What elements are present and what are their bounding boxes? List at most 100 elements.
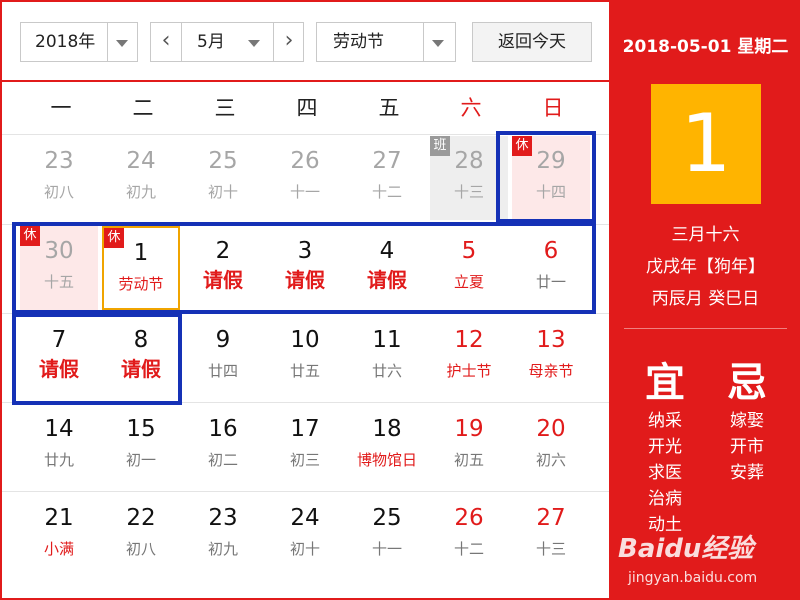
yi-title: 宜: [645, 360, 685, 406]
lunar-label: 十三: [453, 183, 484, 201]
day-number: 8: [133, 327, 149, 353]
day-cell[interactable]: 23 初八: [20, 136, 98, 220]
festival-label: 劳动节: [118, 275, 164, 293]
day-number: 13: [536, 327, 566, 353]
day-cell[interactable]: 26 十一: [266, 136, 344, 220]
day-cell[interactable]: 4 请假: [348, 226, 426, 310]
day-cell[interactable]: 7 请假: [20, 315, 98, 399]
day-number: 23: [208, 505, 238, 531]
day-cell[interactable]: 15 初一: [102, 404, 180, 488]
calendar-widget: 2018年 ‹ 5月 › 劳动节 返回今天 一 二 三 四 五 六 日 23 初八…: [0, 0, 800, 600]
day-number: 28: [454, 148, 484, 174]
chevron-left-icon[interactable]: ‹: [151, 23, 181, 61]
weekday-fri: 五: [378, 96, 400, 120]
day-cell[interactable]: 5 立夏: [430, 226, 508, 310]
chevron-down-icon[interactable]: [432, 40, 444, 47]
day-number: 24: [126, 148, 156, 174]
chevron-down-icon[interactable]: [116, 40, 128, 47]
lunar-label: 初九: [125, 183, 156, 201]
day-cell[interactable]: 24 初九: [102, 136, 180, 220]
day-cell[interactable]: 20 初六: [512, 404, 590, 488]
weekday-sat: 六: [460, 96, 482, 120]
ji-item: 安葬: [730, 463, 764, 483]
lunar-label: 初六: [535, 451, 566, 469]
day-cell[interactable]: 27 十三: [512, 493, 590, 577]
festival-label: 小满: [43, 540, 74, 558]
day-cell[interactable]: 19 初五: [430, 404, 508, 488]
leave-label: 请假: [367, 268, 407, 292]
day-number: 10: [290, 327, 320, 353]
lunar-date: 三月十六: [671, 225, 740, 245]
year-select-value: 2018年: [35, 32, 96, 52]
day-number: 5: [461, 238, 477, 264]
weekday-header: 一 二 三 四 五 六 日: [2, 86, 609, 130]
day-number: 26: [290, 148, 320, 174]
chevron-right-icon[interactable]: ›: [274, 23, 304, 61]
month-select[interactable]: ‹ 5月 ›: [150, 22, 304, 62]
festival-label: 立夏: [453, 273, 484, 291]
day-cell[interactable]: 9 廿四: [184, 315, 262, 399]
day-cell[interactable]: 2 请假: [184, 226, 262, 310]
lunar-label: 初八: [125, 540, 156, 558]
divider: [2, 402, 609, 403]
selected-date: 2018-05-01 星期二: [622, 37, 789, 57]
day-cell[interactable]: 22 初八: [102, 493, 180, 577]
day-number: 30: [44, 238, 74, 264]
festival-label: 博物馆日: [356, 451, 417, 469]
divider: [624, 328, 787, 329]
lunar-label: 廿六: [371, 362, 402, 380]
lunar-label: 初五: [453, 451, 484, 469]
festival-label: 护士节: [446, 362, 492, 380]
day-number: 25: [372, 505, 402, 531]
chevron-down-icon[interactable]: [248, 40, 260, 47]
festival-label: 母亲节: [528, 362, 574, 380]
day-cell[interactable]: 休 30 十五: [20, 226, 98, 310]
day-cell[interactable]: 8 请假: [102, 315, 180, 399]
day-cell[interactable]: 23 初九: [184, 493, 262, 577]
lunar-label: 十四: [535, 183, 566, 201]
day-cell[interactable]: 25 初十: [184, 136, 262, 220]
day-cell[interactable]: 24 初十: [266, 493, 344, 577]
holiday-select[interactable]: 劳动节: [316, 22, 456, 62]
day-cell[interactable]: 休 29 十四: [512, 136, 590, 220]
yi-item: 开光: [648, 437, 682, 457]
day-cell[interactable]: 13 母亲节: [512, 315, 590, 399]
day-cell[interactable]: 27 十二: [348, 136, 426, 220]
day-cell[interactable]: 18 博物馆日: [348, 404, 426, 488]
weekday-mon: 一: [50, 96, 72, 120]
divider: [423, 23, 424, 61]
day-cell[interactable]: 11 廿六: [348, 315, 426, 399]
day-cell[interactable]: 14 廿九: [20, 404, 98, 488]
ji-item: 开市: [730, 437, 764, 457]
day-cell[interactable]: 6 廿一: [512, 226, 590, 310]
day-cell[interactable]: 25 十一: [348, 493, 426, 577]
leave-label: 请假: [285, 268, 325, 292]
yi-item: 求医: [648, 463, 682, 483]
day-cell[interactable]: 17 初三: [266, 404, 344, 488]
day-number: 16: [208, 416, 238, 442]
baidu-watermark: Baidu经验 jingyan.baidu.com: [602, 512, 798, 598]
year-select[interactable]: 2018年: [20, 22, 138, 62]
day-cell[interactable]: 16 初二: [184, 404, 262, 488]
lunar-label: 十一: [371, 540, 402, 558]
leave-label: 请假: [203, 268, 243, 292]
day-cell[interactable]: 26 十二: [430, 493, 508, 577]
day-cell[interactable]: 休 1 劳动节: [102, 226, 180, 310]
day-number: 24: [290, 505, 320, 531]
yi-item: 纳采: [648, 411, 682, 431]
lunar-label: 廿五: [289, 362, 320, 380]
divider: [2, 134, 609, 135]
day-number: 25: [208, 148, 238, 174]
day-cell[interactable]: 21 小满: [20, 493, 98, 577]
day-number: 12: [454, 327, 484, 353]
day-cell[interactable]: 10 廿五: [266, 315, 344, 399]
back-to-today-button[interactable]: 返回今天: [472, 22, 592, 62]
leave-label: 请假: [121, 357, 161, 381]
day-cell[interactable]: 12 护士节: [430, 315, 508, 399]
day-cell[interactable]: 班 28 十三: [430, 136, 508, 220]
lunar-label: 初十: [289, 540, 320, 558]
day-cell[interactable]: 3 请假: [266, 226, 344, 310]
divider: [107, 23, 108, 61]
divider: [2, 224, 609, 225]
lunar-label: 廿四: [207, 362, 238, 380]
